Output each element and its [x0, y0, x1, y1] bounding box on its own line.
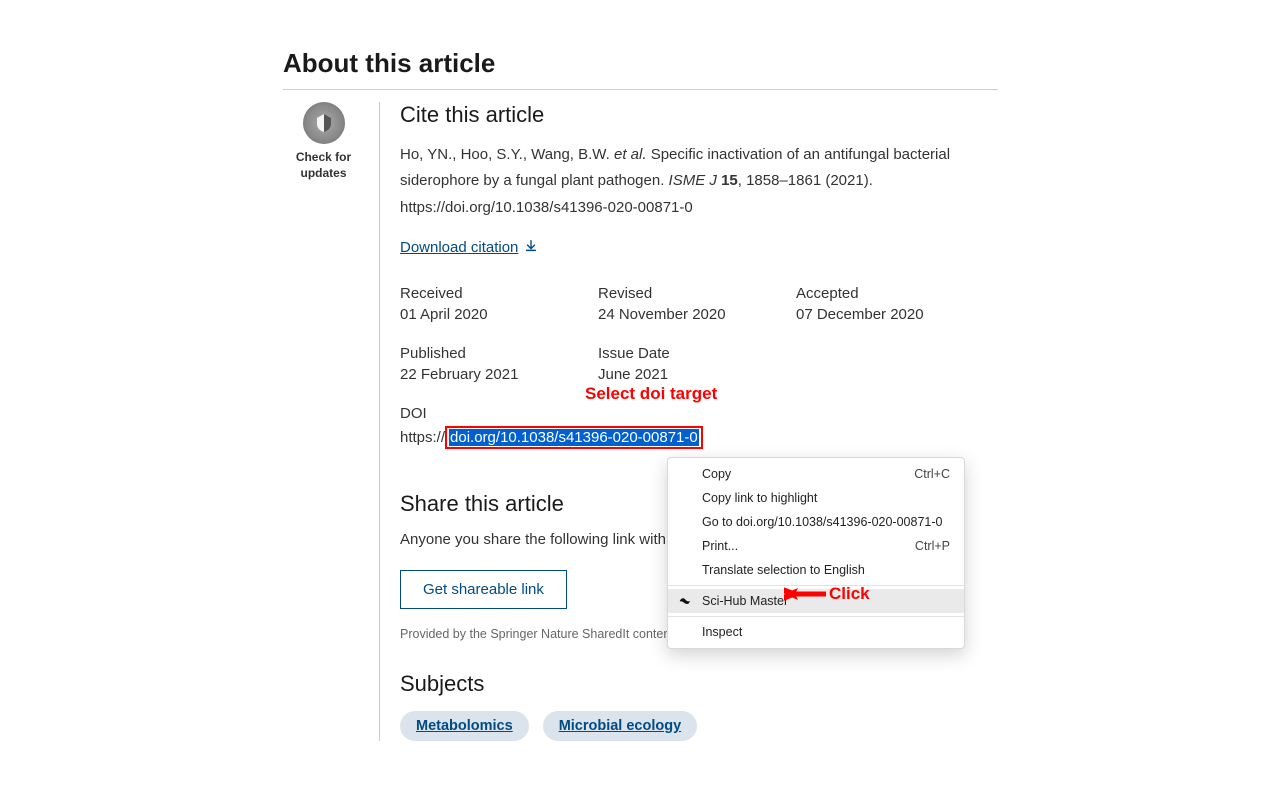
doi-value[interactable]: https://doi.org/10.1038/s41396-020-00871… — [400, 426, 998, 449]
check-updates-label: Check for updates — [283, 150, 364, 181]
check-updates-icon[interactable] — [303, 102, 345, 144]
download-citation-label: Download citation — [400, 239, 518, 256]
context-menu-goto-label: Go to doi.org/10.1038/s41396-020-00871-0 — [702, 515, 942, 529]
published-label: Published — [400, 345, 598, 362]
context-menu-print-shortcut: Ctrl+P — [915, 539, 950, 553]
accepted-label: Accepted — [796, 285, 994, 302]
context-menu-inspect[interactable]: Inspect — [668, 620, 964, 644]
get-shareable-link-button[interactable]: Get shareable link — [400, 570, 567, 609]
subject-metabolomics[interactable]: Metabolomics — [400, 711, 529, 741]
context-menu: Copy Ctrl+C Copy link to highlight Go to… — [667, 457, 965, 649]
published-value: 22 February 2021 — [400, 366, 598, 383]
context-menu-copy-label: Copy — [702, 467, 731, 481]
context-menu-inspect-label: Inspect — [702, 625, 742, 639]
about-heading: About this article — [283, 48, 998, 79]
doi-highlight-box: doi.org/10.1038/s41396-020-00871-0 — [445, 426, 703, 449]
context-menu-copy[interactable]: Copy Ctrl+C — [668, 462, 964, 486]
context-menu-print-label: Print... — [702, 539, 738, 553]
doi-label: DOI — [400, 405, 998, 422]
doi-prefix: https:// — [400, 429, 445, 446]
citation-volume: 15 — [721, 172, 738, 189]
revised-block: Revised 24 November 2020 — [598, 285, 796, 323]
context-menu-copy-link-label: Copy link to highlight — [702, 491, 817, 505]
received-label: Received — [400, 285, 598, 302]
received-block: Received 01 April 2020 — [400, 285, 598, 323]
citation-pages-year: , 1858–1861 (2021). — [738, 172, 873, 189]
received-value: 01 April 2020 — [400, 306, 598, 323]
context-menu-translate[interactable]: Translate selection to English — [668, 558, 964, 582]
scihub-icon — [677, 593, 693, 609]
published-block: Published 22 February 2021 — [400, 345, 598, 383]
context-menu-scihub-label: Sci-Hub Master — [702, 594, 788, 608]
subject-microbial-ecology[interactable]: Microbial ecology — [543, 711, 697, 741]
context-menu-separator-2 — [668, 616, 964, 617]
annotation-select-doi: Select doi target — [585, 384, 717, 404]
doi-row: Select doi target DOI https://doi.org/10… — [400, 405, 998, 449]
context-menu-separator — [668, 585, 964, 586]
subjects-heading: Subjects — [400, 671, 998, 697]
citation-doi: https://doi.org/10.1038/s41396-020-00871… — [400, 199, 693, 216]
context-menu-translate-label: Translate selection to English — [702, 563, 865, 577]
download-citation-link[interactable]: Download citation — [400, 239, 538, 257]
revised-label: Revised — [598, 285, 796, 302]
accepted-value: 07 December 2020 — [796, 306, 994, 323]
issuedate-value: June 2021 — [598, 366, 796, 383]
divider — [283, 89, 998, 90]
download-icon — [524, 239, 538, 257]
context-menu-copy-shortcut: Ctrl+C — [914, 467, 950, 481]
citation-etal: et al. — [614, 146, 647, 163]
citation-text: Ho, YN., Hoo, S.Y., Wang, B.W. et al. Sp… — [400, 142, 998, 221]
context-menu-copy-link-highlight[interactable]: Copy link to highlight — [668, 486, 964, 510]
accepted-block: Accepted 07 December 2020 — [796, 285, 994, 323]
issuedate-block: Issue Date June 2021 — [598, 345, 796, 383]
citation-journal: ISME J — [669, 172, 717, 189]
context-menu-goto[interactable]: Go to doi.org/10.1038/s41396-020-00871-0 — [668, 510, 964, 534]
doi-selected-text: doi.org/10.1038/s41396-020-00871-0 — [449, 429, 699, 446]
context-menu-scihub-master[interactable]: Sci-Hub Master — [668, 589, 964, 613]
issuedate-label: Issue Date — [598, 345, 796, 362]
citation-authors: Ho, YN., Hoo, S.Y., Wang, B.W. — [400, 146, 610, 163]
revised-value: 24 November 2020 — [598, 306, 796, 323]
cite-heading: Cite this article — [400, 102, 998, 128]
context-menu-print[interactable]: Print... Ctrl+P — [668, 534, 964, 558]
